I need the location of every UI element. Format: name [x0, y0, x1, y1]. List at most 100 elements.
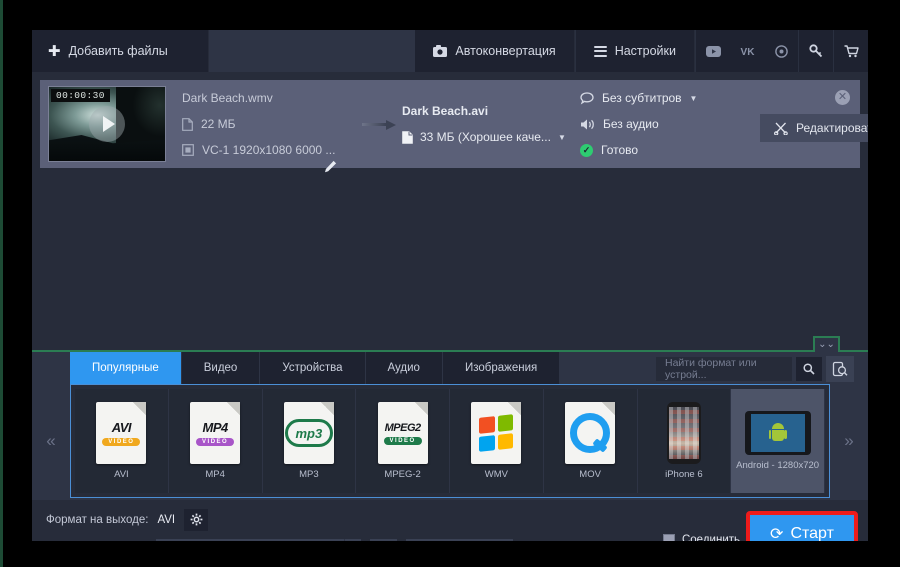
file-icon-target — [402, 130, 413, 144]
format-card-avi[interactable]: AVI VIDEO AVI — [75, 389, 169, 493]
stream-column: Без субтитров ▼ Без аудио ✓ Готово — [580, 85, 760, 163]
subtitles-value: Без субтитров — [602, 91, 682, 105]
tab-video[interactable]: Видео — [181, 352, 261, 384]
chevron-down-icon-folder[interactable]: ▼ — [344, 538, 362, 541]
target-size-row[interactable]: 33 МБ (Хорошее каче... ▼ — [402, 124, 580, 150]
settings-button[interactable]: Настройки — [575, 30, 695, 72]
android-robot-icon — [768, 423, 787, 443]
hamburger-icon — [593, 43, 607, 59]
device-search-icon[interactable] — [826, 356, 854, 382]
search-icon[interactable] — [796, 357, 822, 381]
source-file-name: Dark Beach.wmv — [182, 91, 273, 105]
youtube-icon[interactable] — [696, 30, 730, 72]
scroll-right-button[interactable]: » — [830, 384, 868, 498]
tab-images[interactable]: Изображения — [442, 352, 561, 384]
wmv-file-icon — [471, 402, 522, 464]
source-file-size: 22 МБ — [201, 117, 236, 131]
mp4-badge: VIDEO — [196, 438, 235, 446]
mp3-logo: mp3 — [284, 419, 333, 447]
tab-devices-label: Устройства — [282, 362, 343, 374]
add-files-label: Добавить файлы — [68, 44, 168, 58]
search-input[interactable]: Найти формат или устрой... — [656, 357, 792, 381]
output-format-row: Формат на выходе: AVI — [46, 508, 854, 531]
conversion-arrow — [356, 120, 402, 130]
chevron-down-icon[interactable]: ▼ — [558, 133, 566, 142]
gear-icon[interactable] — [184, 508, 209, 531]
source-video-info: VC-1 1920x1080 6000 ... — [202, 143, 336, 157]
join-checkbox[interactable] — [662, 534, 675, 541]
scroll-left-button[interactable]: « — [32, 384, 70, 498]
mp4-file-icon: MP4 VIDEO — [190, 402, 241, 464]
odnoklassniki-icon[interactable] — [764, 30, 798, 72]
add-files-button[interactable]: ✚ Добавить файлы — [32, 30, 209, 72]
mpeg2-title: MPEG2 — [384, 421, 422, 434]
mov-file-icon — [565, 402, 616, 464]
mp4-title: MP4 — [202, 420, 229, 435]
format-card-mp3[interactable]: mp3 MP3 — [262, 389, 357, 493]
toolbar-spacer — [208, 30, 416, 72]
output-format-label: Формат на выходе: — [46, 513, 149, 526]
refresh-icon: ⟳ — [770, 526, 784, 541]
key-icon[interactable] — [799, 30, 833, 72]
tab-devices[interactable]: Устройства — [260, 352, 366, 384]
join-files-control[interactable]: Соединить — [662, 534, 740, 541]
tab-popular[interactable]: Популярные — [70, 352, 182, 384]
cart-icon[interactable] — [834, 30, 868, 72]
rename-pencil-icon[interactable] — [324, 160, 337, 178]
collapse-panel-button[interactable]: ⌄⌄ — [813, 336, 840, 352]
speaker-icon — [580, 118, 595, 131]
start-button[interactable]: ⟳ Старт — [750, 515, 854, 541]
tab-images-label: Изображения — [464, 362, 538, 374]
browse-folder-button[interactable] — [370, 538, 398, 541]
mp3-title: mp3 — [295, 425, 323, 441]
mp4-caption: MP4 — [205, 469, 225, 480]
target-column: Dark Beach.avi 33 МБ (Хорошее каче... ▼ — [402, 98, 580, 150]
format-card-iphone6[interactable]: iPhone 6 — [637, 389, 732, 493]
quicktime-logo-icon — [570, 413, 611, 453]
output-format-value: AVI — [157, 513, 176, 526]
left-edge-accent — [0, 0, 3, 567]
play-icon[interactable] — [89, 106, 125, 142]
check-circle-icon: ✓ — [580, 143, 593, 157]
tab-video-label: Видео — [203, 362, 238, 374]
avi-caption: AVI — [114, 469, 129, 480]
tab-popular-label: Популярные — [92, 362, 159, 374]
format-card-mpeg2[interactable]: MPEG2 VIDEO MPEG-2 — [356, 389, 450, 493]
file-icon — [182, 117, 193, 131]
autoconvert-button[interactable]: Автоконвертация — [415, 30, 575, 72]
format-card-android[interactable]: Android - 1280x720 — [731, 389, 825, 493]
format-card-mp4[interactable]: MP4 VIDEO MP4 — [168, 389, 263, 493]
audio-value: Без аудио — [603, 117, 659, 131]
format-card-wmv[interactable]: WMV — [450, 389, 544, 493]
subtitles-row[interactable]: Без субтитров ▼ — [580, 85, 760, 111]
audio-row[interactable]: Без аудио — [580, 111, 760, 137]
folder-select[interactable]: Сохранять в исходную папку ▼ — [156, 538, 362, 541]
target-name-row: Dark Beach.avi — [402, 98, 580, 124]
status-row: ✓ Готово — [580, 137, 760, 163]
search-area: Найти формат или устрой... — [656, 356, 854, 382]
start-button-highlight: ⟳ Старт — [746, 511, 858, 541]
wmv-caption: WMV — [484, 469, 508, 480]
source-name-row: Dark Beach.wmv — [182, 85, 356, 111]
remove-file-button[interactable]: ✕ — [835, 90, 850, 105]
video-thumbnail[interactable]: 00:00:30 — [48, 86, 166, 162]
tab-audio-label: Аудио — [387, 362, 420, 374]
subtitles-icon — [580, 91, 594, 105]
settings-label: Настройки — [614, 44, 676, 58]
avi-file-icon: AVI VIDEO — [96, 402, 147, 464]
avi-title: AVI — [111, 420, 132, 435]
vk-icon[interactable]: VK — [730, 30, 764, 72]
windows-logo-icon — [479, 414, 514, 452]
mpeg2-caption: MPEG-2 — [384, 469, 421, 480]
android-tablet-icon — [744, 411, 811, 455]
tab-audio[interactable]: Аудио — [365, 352, 443, 384]
edit-button[interactable]: Редактировать — [760, 114, 868, 142]
upload-to-button[interactable]: Загрузить в... ▼ — [406, 538, 513, 541]
svg-text:VK: VK — [740, 47, 755, 57]
format-card-mov[interactable]: MOV — [543, 389, 638, 493]
avi-badge: VIDEO — [102, 438, 141, 446]
file-row[interactable]: 00:00:30 Dark Beach.wmv 22 МБ VC-1 1920x… — [40, 80, 868, 168]
chevron-down-icon-subs[interactable]: ▼ — [690, 94, 698, 103]
autoconvert-label: Автоконвертация — [455, 44, 556, 58]
android-caption: Android - 1280x720 — [736, 460, 820, 471]
